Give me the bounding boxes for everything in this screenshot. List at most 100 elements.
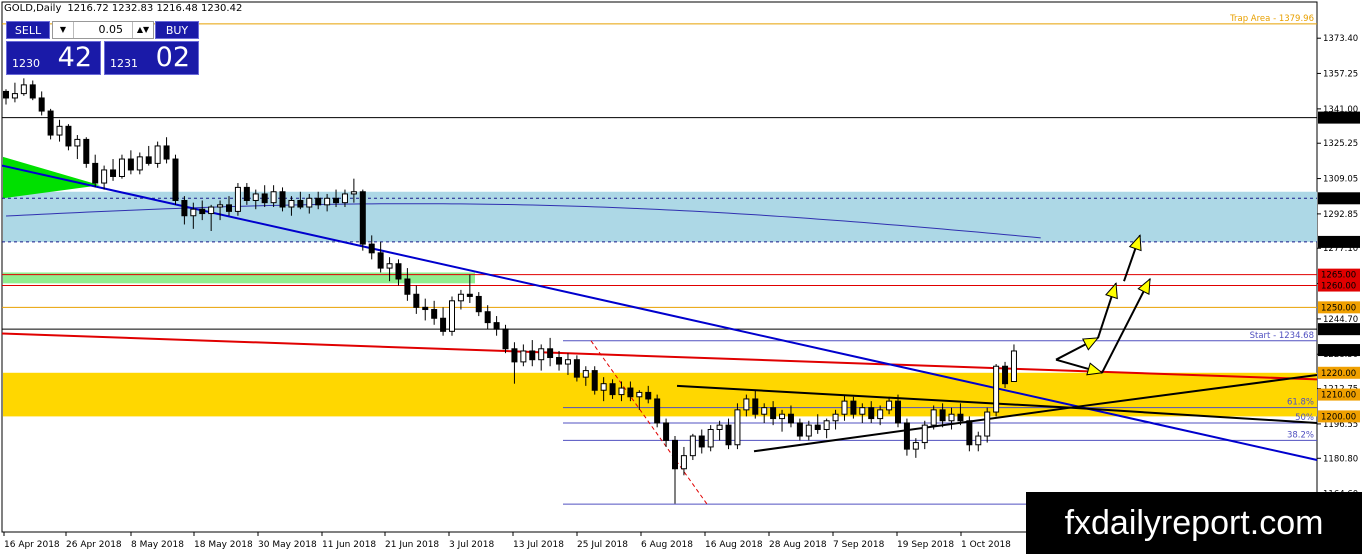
- bull-candle-body: [457, 293, 464, 302]
- bull-candle-body: [975, 435, 982, 446]
- level-label-8: Start - 1234.68: [1250, 331, 1314, 341]
- bull-candle-body: [306, 197, 313, 208]
- x-tick-label: 6 Aug 2018: [641, 540, 693, 550]
- bull-candle-body: [886, 400, 893, 411]
- plot-area: [1, 1, 1318, 533]
- bull-candle-body: [324, 197, 331, 206]
- bull-candle-body: [680, 455, 687, 470]
- bull-candle-body: [877, 409, 884, 420]
- bull-candle-body: [930, 409, 937, 426]
- bear-candle-body: [591, 370, 598, 391]
- bull-candle-body: [600, 383, 607, 391]
- candle: [993, 364, 1000, 417]
- bull-candle-body: [538, 348, 545, 361]
- bull-candle-body: [636, 391, 643, 398]
- x-tick-label: 3 Jul 2018: [449, 540, 494, 550]
- level-label-0: Trap Area - 1379.96: [1229, 14, 1314, 24]
- bull-candle-body: [341, 193, 348, 204]
- x-tick-label: 26 Apr 2018: [66, 540, 122, 550]
- bear-candle-body: [903, 422, 910, 450]
- bear-candle-body: [529, 350, 536, 361]
- bull-candle-body: [270, 191, 277, 204]
- bear-candle-body: [404, 278, 411, 295]
- price-tag-10: 1210.00: [1321, 391, 1356, 401]
- bear-candle-body: [868, 407, 875, 420]
- candle: [707, 425, 714, 452]
- bull-candle-body: [190, 208, 197, 217]
- bull-candle-body: [449, 300, 455, 332]
- candle: [47, 108, 54, 140]
- bull-candle-body: [707, 428, 714, 448]
- bear-candle-body: [725, 424, 732, 446]
- price-tag-6: 1250.00: [1321, 303, 1356, 313]
- bull-candle-body: [564, 359, 571, 365]
- bear-candle-body: [377, 252, 384, 269]
- bear-candle-body: [752, 398, 759, 415]
- price-tag-9: 1220.00: [1321, 369, 1356, 379]
- bull-candle-body: [208, 206, 215, 215]
- one-click-trading-panel: SELL ▼ 0.05 ▲▼ BUY 1230 42 1231 02: [6, 20, 199, 76]
- sell-button[interactable]: SELL: [6, 21, 50, 39]
- ask-price-box[interactable]: 1231 02: [104, 41, 199, 75]
- bear-candle-body: [226, 204, 232, 212]
- bear-candle-body: [413, 293, 420, 308]
- bear-candle-body: [895, 400, 901, 424]
- buy-button[interactable]: BUY: [155, 21, 199, 39]
- candle: [573, 355, 580, 382]
- bull-candle-body: [350, 191, 357, 195]
- price-chart[interactable]: Trap Area - 1379.96Start - 1234.6861.8%5…: [0, 0, 1362, 554]
- bull-candle-body: [74, 138, 81, 147]
- bear-candle-body: [1002, 365, 1009, 385]
- bear-candle-body: [556, 357, 563, 365]
- bear-candle-body: [172, 158, 179, 201]
- bull-candle-body: [234, 186, 241, 212]
- bull-candle-body: [217, 204, 224, 208]
- candle: [502, 324, 509, 354]
- bear-candle-body: [796, 422, 803, 437]
- price-tag-1: 1337.00: [1321, 114, 1356, 124]
- bear-candle-body: [92, 162, 99, 184]
- bear-candle-body: [333, 197, 340, 204]
- lot-size-input[interactable]: ▼ 0.05 ▲▼: [52, 21, 154, 39]
- price-tag-4: 1265.00: [1321, 271, 1356, 281]
- blue-zone: [3, 191, 1317, 242]
- x-tick-label: 1 Oct 2018: [961, 540, 1011, 550]
- bull-candle-body: [912, 442, 919, 450]
- candle: [449, 296, 455, 336]
- bull-candle-body: [689, 435, 696, 457]
- bull-candle-body: [823, 420, 830, 430]
- x-tick-label: 8 May 2018: [131, 540, 184, 550]
- x-tick-label: 21 Jun 2018: [385, 540, 439, 550]
- candle: [359, 189, 366, 251]
- x-tick-label: 7 Sep 2018: [833, 540, 885, 550]
- bear-candle-body: [261, 193, 268, 204]
- lot-value[interactable]: 0.05: [75, 22, 124, 38]
- bear-candle-body: [502, 328, 509, 350]
- bull-candle-body: [948, 413, 955, 422]
- bull-candle-body: [520, 350, 527, 363]
- bear-candle-body: [850, 400, 857, 415]
- bull-candle-body: [11, 93, 18, 99]
- bull-candle-body: [118, 158, 125, 177]
- bull-candle-body: [20, 84, 27, 95]
- chart-window: Trap Area - 1379.96 Start - 1234.68 61.8% 5…: [0, 0, 1362, 554]
- current-price-tag: 1230.42: [1321, 346, 1356, 356]
- y-tick-label: 1309.05: [1323, 175, 1358, 185]
- bear-candle-body: [422, 306, 429, 311]
- price-tag-5: 1260.00: [1321, 282, 1356, 292]
- price-tag-3: 1280.00: [1321, 238, 1356, 248]
- price-tag-12: 1200.00: [1321, 412, 1356, 422]
- lot-dropdown-icon[interactable]: ▼: [53, 22, 74, 38]
- bull-candle-body: [386, 263, 393, 269]
- bear-candle-body: [787, 413, 794, 424]
- lot-spinner-icon[interactable]: ▲▼: [132, 22, 153, 38]
- bid-price-box[interactable]: 1230 42: [6, 41, 101, 75]
- bull-candle-body: [761, 407, 768, 415]
- level-label-14: 38.2%: [1287, 430, 1314, 440]
- bear-candle-body: [466, 293, 473, 297]
- bear-candle-body: [83, 138, 90, 164]
- bull-candle-body: [582, 370, 589, 378]
- bear-candle-body: [127, 158, 134, 171]
- bull-candle-body: [743, 398, 750, 411]
- bull-candle-body: [56, 125, 63, 136]
